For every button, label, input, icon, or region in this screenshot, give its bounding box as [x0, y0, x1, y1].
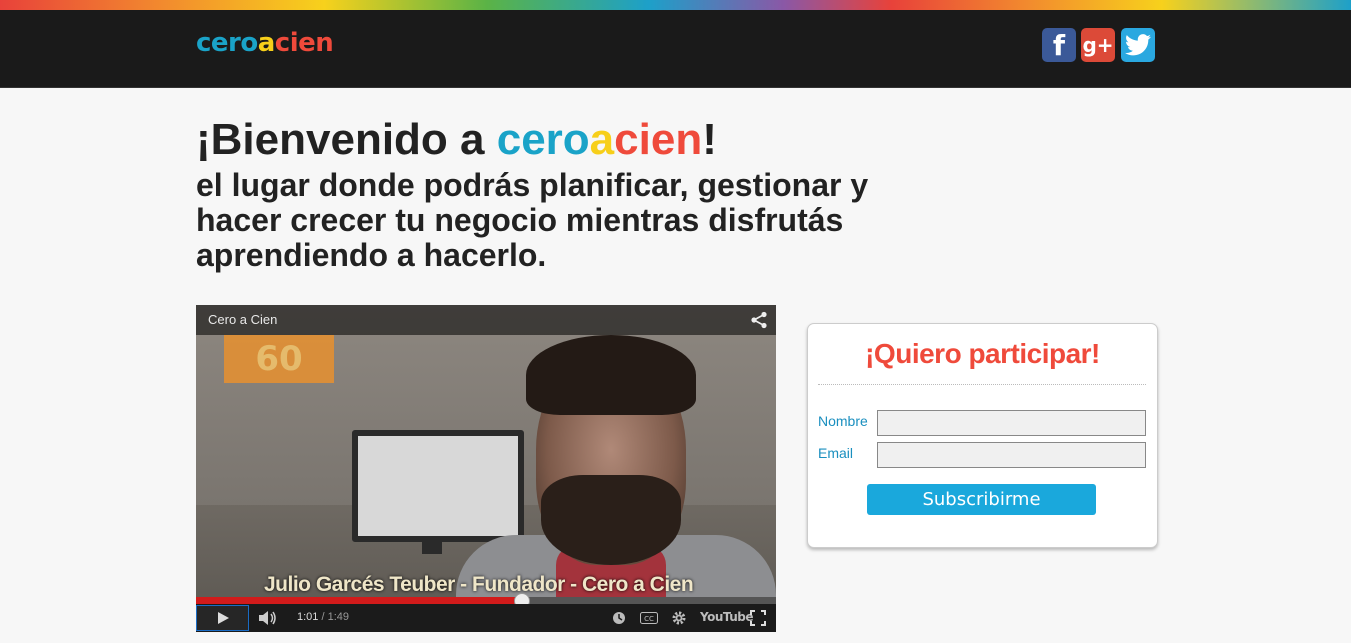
logo-part-cero: cero	[196, 28, 258, 58]
logo-part-cien: cien	[274, 28, 334, 58]
title-brand-cien: cien	[614, 115, 703, 164]
email-label: Email	[818, 445, 854, 461]
video-monitor-stand	[422, 536, 442, 554]
video-person-hair	[526, 335, 696, 415]
video-monitor	[352, 430, 524, 542]
subscribe-button[interactable]: Subscribirme	[867, 484, 1096, 515]
logo[interactable]: ceroacien	[196, 28, 334, 58]
form-divider	[818, 384, 1146, 385]
name-label: Nombre	[818, 413, 868, 429]
volume-icon[interactable]	[258, 610, 278, 626]
title-brand-a: a	[589, 115, 615, 164]
facebook-icon[interactable]: f	[1042, 28, 1076, 62]
form-title: ¡Quiero participar!	[865, 338, 1100, 369]
twitter-bird-icon	[1125, 34, 1151, 56]
title-brand-cero: cero	[496, 115, 590, 164]
google-plus-icon[interactable]: g+	[1081, 28, 1115, 62]
youtube-logo[interactable]: YouTube	[700, 610, 754, 624]
video-current-time: 1:01	[297, 611, 319, 623]
video-sign: 60	[224, 335, 334, 383]
share-icon[interactable]	[750, 311, 768, 329]
video-person-beard	[541, 475, 681, 565]
facebook-glyph: f	[1052, 28, 1066, 62]
video-controls: 1:01 / 1:49 CC YouTube	[196, 604, 776, 632]
twitter-icon[interactable]	[1121, 28, 1155, 62]
title-suffix: !	[702, 115, 717, 164]
google-plus-glyph: g+	[1082, 33, 1114, 57]
title-prefix: ¡Bienvenido a	[196, 115, 497, 164]
youtube-label: YouTube	[700, 610, 754, 624]
video-progress-bar[interactable]	[196, 593, 776, 609]
watch-later-icon[interactable]	[612, 611, 626, 625]
name-field[interactable]	[877, 410, 1146, 436]
rainbow-stripe	[0, 0, 1351, 10]
svg-text:CC: CC	[644, 615, 654, 623]
captions-icon[interactable]: CC	[640, 612, 658, 624]
page-subtitle: el lugar donde podrás planificar, gestio…	[196, 167, 869, 273]
logo-part-a: a	[257, 28, 276, 58]
play-button[interactable]	[196, 605, 249, 631]
video-time: 1:01 / 1:49	[297, 611, 350, 623]
settings-gear-icon[interactable]	[671, 610, 687, 626]
play-icon	[217, 612, 229, 624]
video-progress-played	[196, 597, 521, 604]
page-title: ¡Bienvenido a ceroacien!	[196, 114, 717, 166]
signup-form: ¡Quiero participar! Nombre Email Subscri…	[807, 323, 1158, 548]
top-bar: ceroacien f g+	[0, 10, 1351, 88]
video-title-bar: Cero a Cien	[196, 305, 776, 335]
video-player[interactable]: 60 Cero a Cien Julio Garcés Teuber - Fun…	[196, 305, 776, 632]
fullscreen-icon[interactable]	[750, 610, 766, 626]
video-title[interactable]: Cero a Cien	[208, 312, 277, 327]
video-caption: Julio Garcés Teuber - Fundador - Cero a …	[264, 573, 694, 596]
email-field[interactable]	[877, 442, 1146, 468]
video-duration: 1:49	[327, 611, 350, 623]
